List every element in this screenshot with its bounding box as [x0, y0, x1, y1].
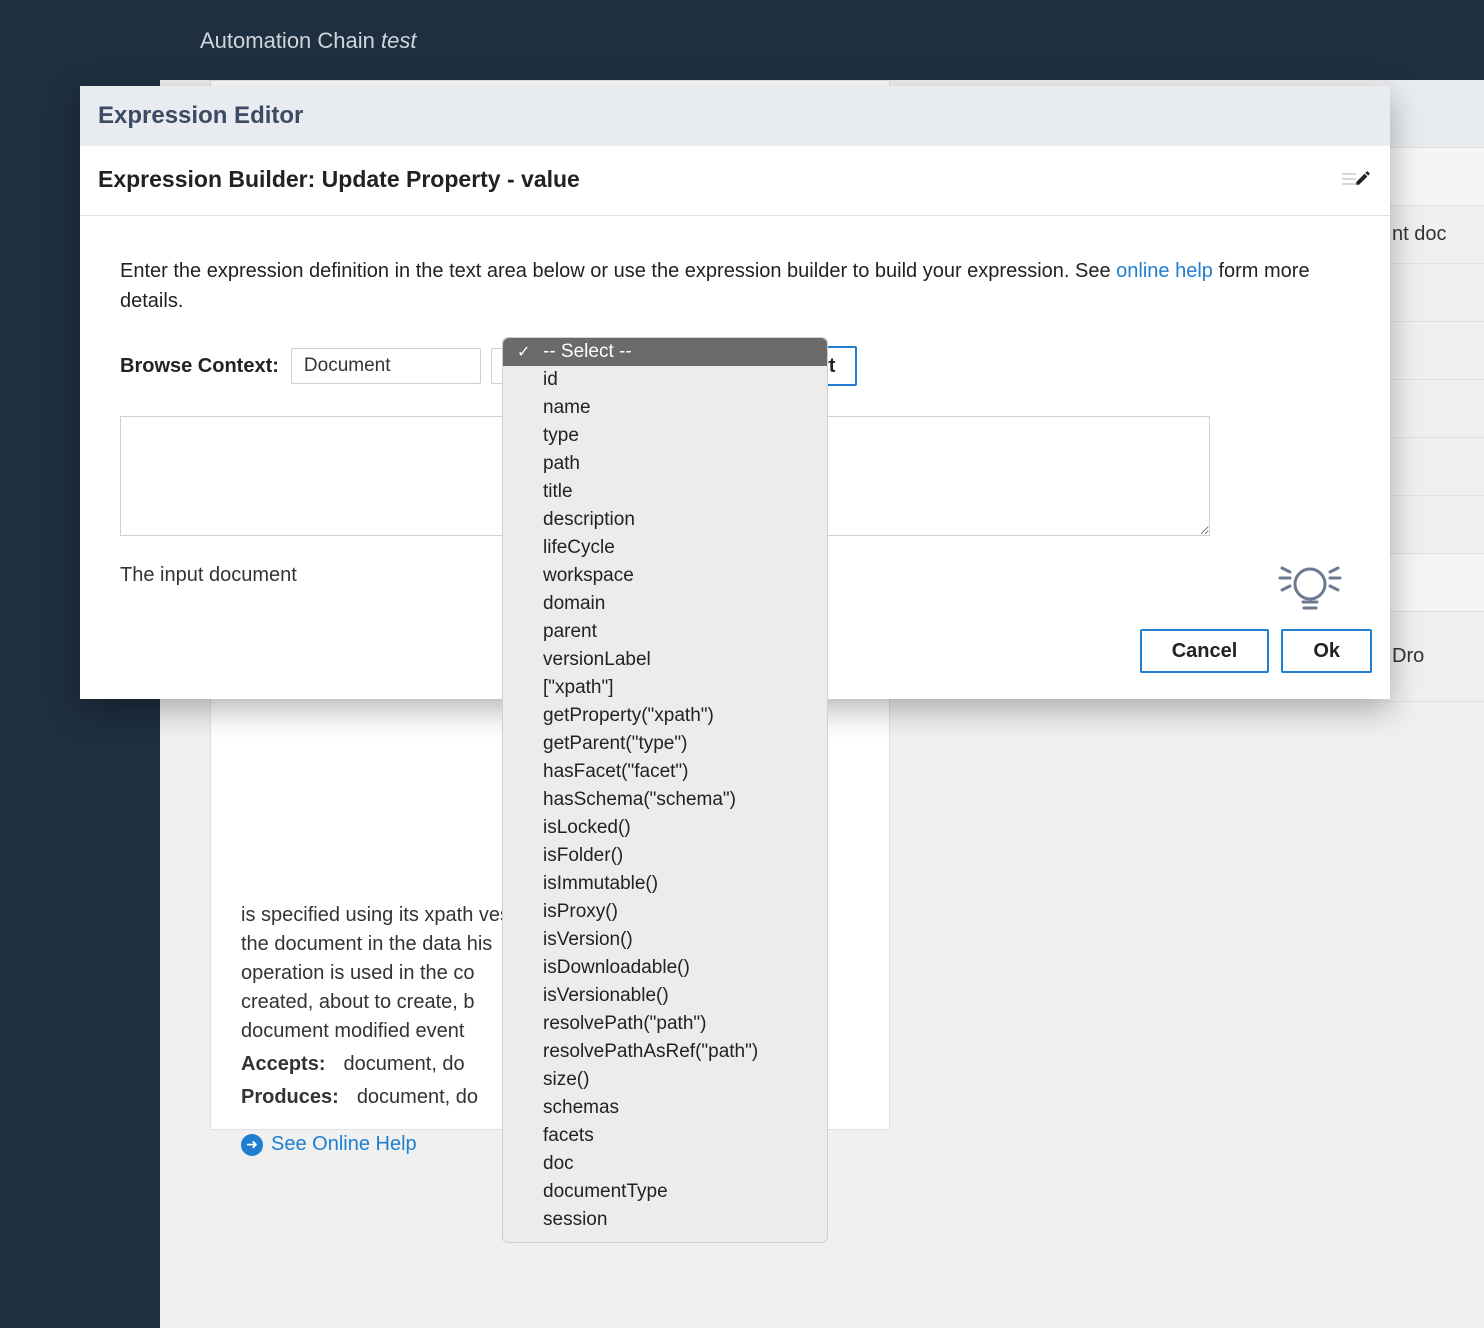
dropdown-option[interactable]: path [503, 450, 827, 478]
page-title-prefix: Automation Chain [200, 28, 381, 53]
right-fragment-row: Dro [1384, 612, 1484, 702]
intro-text: Enter the expression definition in the t… [120, 256, 1350, 316]
online-help-link-text[interactable]: See Online Help [271, 1130, 417, 1159]
dropdown-option[interactable]: getParent("type") [503, 730, 827, 758]
right-fragment-row [1384, 380, 1484, 438]
dropdown-option[interactable]: isProxy() [503, 898, 827, 926]
dropdown-option[interactable]: schemas [503, 1094, 827, 1122]
modal-subtitle: Expression Builder: Update Property - va… [98, 166, 580, 193]
dropdown-option[interactable]: getProperty("xpath") [503, 702, 827, 730]
dropdown-option[interactable]: hasSchema("schema") [503, 786, 827, 814]
produces-value: document, do [357, 1086, 478, 1108]
dropdown-option[interactable]: documentType [503, 1178, 827, 1206]
dropdown-option[interactable]: isImmutable() [503, 870, 827, 898]
dropdown-option[interactable]: description [503, 506, 827, 534]
right-fragment-row [1384, 148, 1484, 206]
dropdown-option[interactable]: isVersion() [503, 926, 827, 954]
dropdown-option[interactable]: type [503, 422, 827, 450]
dropdown-option[interactable]: isVersionable() [503, 982, 827, 1010]
dropdown-option[interactable]: ["xpath"] [503, 674, 827, 702]
lightbulb-icon [1270, 556, 1350, 625]
dropdown-option[interactable]: size() [503, 1066, 827, 1094]
browse-context-label: Browse Context: [120, 355, 279, 378]
dropdown-option[interactable]: session [503, 1206, 827, 1234]
dropdown-option[interactable]: parent [503, 618, 827, 646]
arrow-right-icon: ➜ [241, 1134, 263, 1156]
dropdown-option[interactable]: facets [503, 1122, 827, 1150]
modal-subheader: Expression Builder: Update Property - va… [80, 146, 1390, 216]
right-fragment-row [1384, 80, 1484, 148]
context-select-value: Document [304, 355, 391, 377]
dropdown-option[interactable]: hasFacet("facet") [503, 758, 827, 786]
cancel-button[interactable]: Cancel [1140, 629, 1270, 673]
produces-label: Produces: [241, 1086, 339, 1108]
dropdown-option[interactable]: isDownloadable() [503, 954, 827, 982]
dropdown-option[interactable]: isFolder() [503, 842, 827, 870]
context-select[interactable]: Document [291, 348, 481, 384]
right-fragment-row [1384, 264, 1484, 322]
page-title: Automation Chain test [200, 28, 416, 54]
edit-icon[interactable] [1342, 169, 1372, 191]
dropdown-option[interactable]: -- Select -- [503, 338, 827, 366]
ok-button[interactable]: Ok [1281, 629, 1372, 673]
dropdown-option[interactable]: workspace [503, 562, 827, 590]
right-fragment-row [1384, 554, 1484, 612]
dropdown-option[interactable]: lifeCycle [503, 534, 827, 562]
property-dropdown[interactable]: -- Select --idnametypepathtitledescripti… [502, 337, 828, 1243]
topbar: Automation Chain test [0, 0, 1484, 80]
dropdown-option[interactable]: title [503, 478, 827, 506]
dropdown-option[interactable]: resolvePath("path") [503, 1010, 827, 1038]
accepts-value: document, do [343, 1053, 464, 1075]
dropdown-option[interactable]: resolvePathAsRef("path") [503, 1038, 827, 1066]
page-title-name: test [381, 28, 416, 53]
dropdown-option[interactable]: isLocked() [503, 814, 827, 842]
accepts-label: Accepts: [241, 1053, 325, 1075]
right-fragment-row: nt doc [1384, 206, 1484, 264]
dropdown-option[interactable]: doc [503, 1150, 827, 1178]
dropdown-option[interactable]: id [503, 366, 827, 394]
modal-title: Expression Editor [80, 86, 1390, 146]
dropdown-option[interactable]: name [503, 394, 827, 422]
dropdown-option[interactable]: versionLabel [503, 646, 827, 674]
online-help-link-inline[interactable]: online help [1116, 260, 1213, 282]
right-fragment-row [1384, 438, 1484, 496]
right-fragment: nt doc Dro [1384, 80, 1484, 702]
right-fragment-row [1384, 496, 1484, 554]
intro-before: Enter the expression definition in the t… [120, 260, 1116, 282]
right-fragment-row [1384, 322, 1484, 380]
dropdown-option[interactable]: domain [503, 590, 827, 618]
